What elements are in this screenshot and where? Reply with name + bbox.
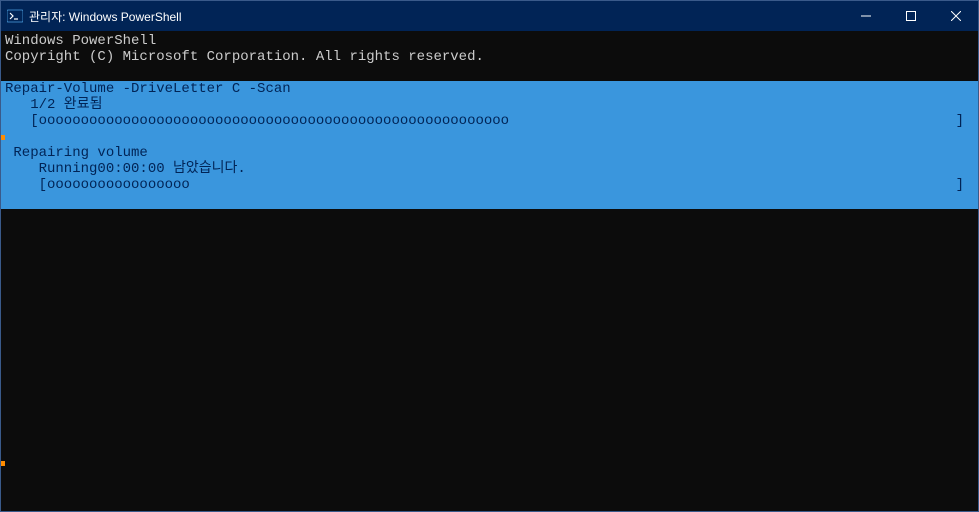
- blank-line: [1, 65, 978, 81]
- header-line: Copyright (C) Microsoft Corporation. All…: [1, 49, 978, 65]
- progress-record: Repair-Volume -DriveLetter C -Scan 1/2 완…: [1, 81, 978, 209]
- close-button[interactable]: [933, 1, 978, 31]
- sub-progress-status: Running: [1, 161, 978, 177]
- cursor-mark-icon: [1, 461, 5, 466]
- sub-progress-bar: [ooooooooooooooooo ]: [1, 177, 978, 193]
- maximize-button[interactable]: [888, 1, 933, 31]
- progress-bar-end: ]: [956, 113, 974, 129]
- minimize-button[interactable]: [843, 1, 888, 31]
- header-line: Windows PowerShell: [1, 33, 978, 49]
- powershell-icon: [7, 8, 23, 24]
- progress-time: 00:00:00 남았습니다.: [1, 129, 978, 145]
- terminal-area[interactable]: Windows PowerShell Copyright (C) Microso…: [1, 31, 978, 511]
- blank-line: [1, 193, 978, 209]
- progress-bar-fill: [ooooooooooooooooo: [5, 177, 190, 193]
- powershell-window: 관리자: Windows PowerShell Windows PowerShe…: [0, 0, 979, 512]
- progress-activity: Repair-Volume -DriveLetter C -Scan: [1, 81, 978, 97]
- progress-bar-fill: [ooooooooooooooooooooooooooooooooooooooo…: [5, 113, 509, 129]
- progress-bar: [ooooooooooooooooooooooooooooooooooooooo…: [1, 113, 978, 129]
- window-title: 관리자: Windows PowerShell: [29, 8, 182, 25]
- cursor-mark-icon: [1, 135, 5, 140]
- progress-status: 1/2 완료됨: [1, 97, 978, 113]
- titlebar[interactable]: 관리자: Windows PowerShell: [1, 1, 978, 31]
- progress-bar-end: ]: [956, 177, 974, 193]
- sub-progress-activity: Repairing volume: [1, 145, 978, 161]
- console-header: Windows PowerShell Copyright (C) Microso…: [1, 31, 978, 65]
